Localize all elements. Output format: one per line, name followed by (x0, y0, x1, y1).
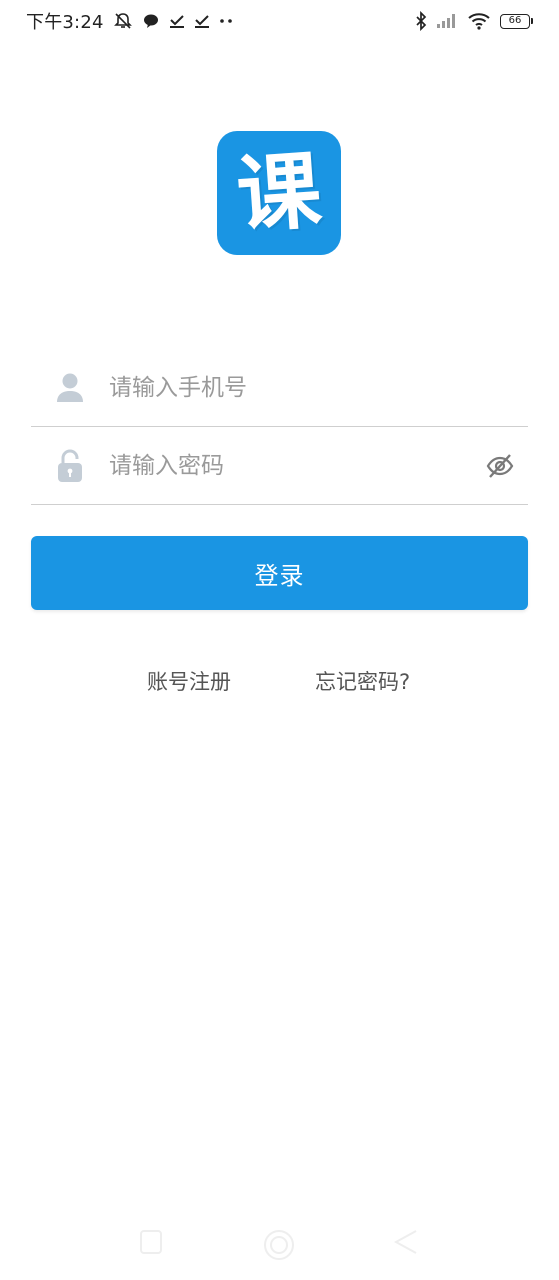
phone-input[interactable] (109, 367, 528, 408)
eye-off-icon (486, 453, 514, 479)
mute-bell-icon (113, 11, 133, 31)
chat-bubble-icon (142, 12, 160, 30)
user-icon (31, 372, 109, 404)
status-bar-left: 下午3:24 (26, 8, 233, 34)
login-screen: 下午3:24 66 课 请输入手机号 登录 账号注册 忘记密码? (0, 0, 559, 1280)
home-button[interactable] (262, 1228, 296, 1262)
app-logo-character: 课 (233, 141, 325, 245)
battery-icon: 66 (500, 13, 533, 29)
lock-icon (31, 449, 109, 483)
app-logo: 课 (217, 131, 341, 255)
password-field (31, 427, 528, 505)
phone-field (31, 349, 528, 427)
system-nav-bar (0, 1220, 559, 1270)
back-icon (392, 1228, 420, 1256)
check-download-icon (169, 13, 185, 29)
register-link[interactable]: 账号注册 (147, 666, 231, 696)
recents-button[interactable] (138, 1228, 164, 1256)
back-button[interactable] (392, 1228, 420, 1256)
auth-links: 账号注册 忘记密码? (0, 666, 559, 698)
toggle-password-visibility[interactable] (472, 453, 528, 479)
password-input[interactable] (109, 445, 472, 486)
status-time: 下午3:24 (26, 12, 104, 33)
login-button[interactable]: 登录 (31, 536, 528, 610)
wifi-icon (467, 12, 491, 30)
home-icon (262, 1228, 296, 1262)
status-bar-right: 66 (415, 11, 533, 31)
more-dots-icon (219, 17, 233, 25)
forgot-password-link[interactable]: 忘记密码? (315, 666, 410, 696)
bluetooth-icon (415, 11, 427, 31)
signal-icon (436, 13, 458, 29)
recents-icon (138, 1228, 164, 1256)
status-bar: 下午3:24 66 (0, 0, 559, 42)
check-download-icon (194, 13, 210, 29)
battery-level: 66 (500, 13, 530, 29)
